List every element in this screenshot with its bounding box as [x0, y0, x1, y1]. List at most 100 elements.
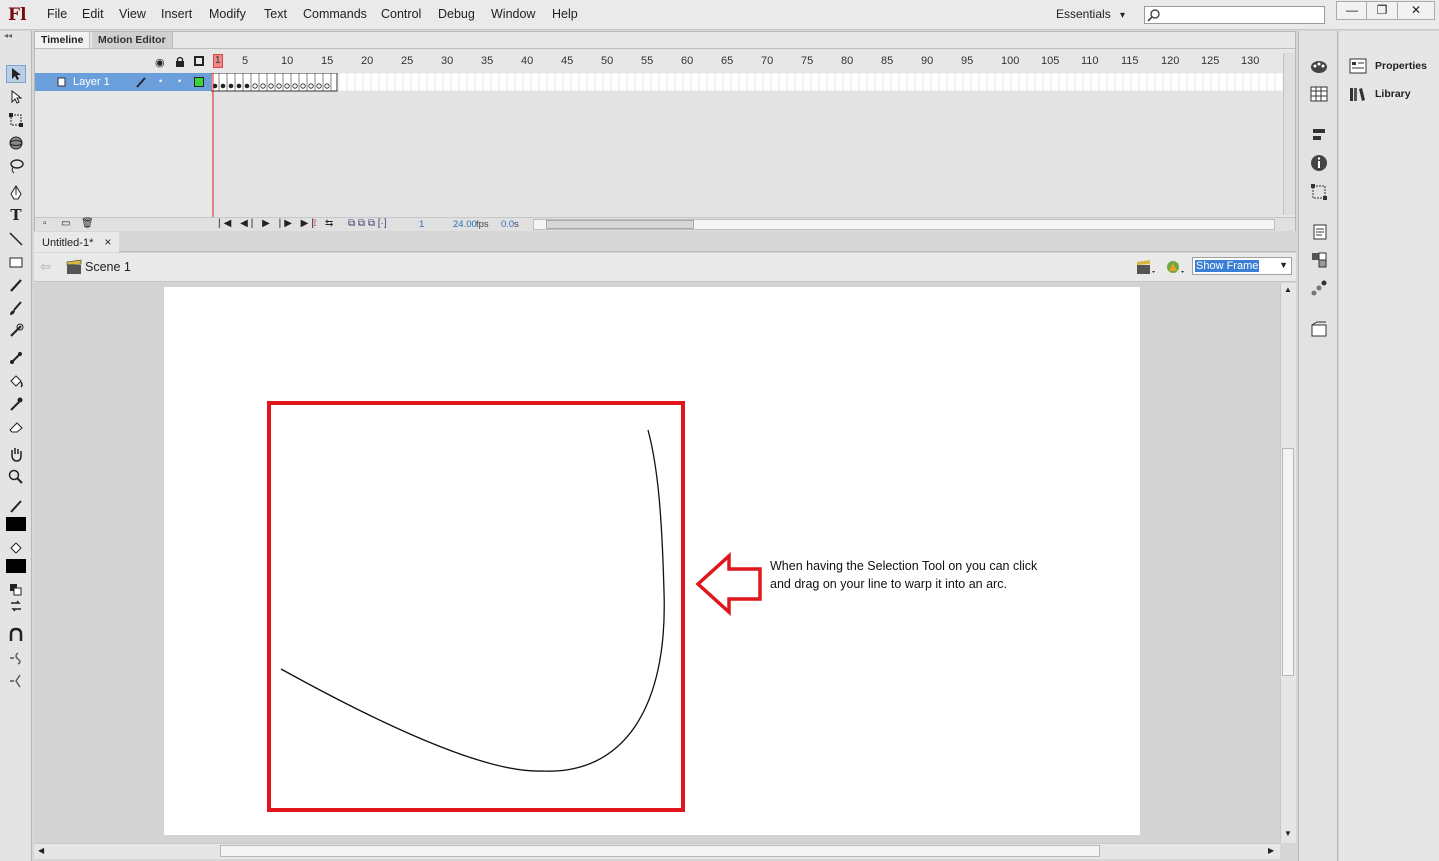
new-layer-icon[interactable]: ▫: [43, 218, 47, 229]
fill-color-control[interactable]: [6, 539, 26, 557]
magnifier-icon: [8, 469, 23, 484]
rectangle-tool[interactable]: [6, 253, 26, 271]
straighten-button[interactable]: [6, 672, 26, 690]
menu-file[interactable]: File: [47, 7, 67, 21]
eye-icon[interactable]: ◉: [155, 56, 165, 69]
fps-value[interactable]: 24.00: [453, 219, 477, 230]
info-icon[interactable]: [1310, 154, 1328, 172]
outline-icon[interactable]: [194, 56, 204, 66]
divider: [35, 48, 1295, 49]
eraser-tool[interactable]: [6, 418, 26, 436]
scroll-left-icon[interactable]: ◀: [38, 846, 44, 855]
ruler-label: 110: [1081, 55, 1099, 67]
transform-panel-icon[interactable]: [1310, 183, 1328, 201]
lasso-tool[interactable]: [6, 157, 26, 175]
paint-bucket-tool[interactable]: [6, 372, 26, 390]
scroll-up-icon[interactable]: ▲: [1284, 285, 1292, 294]
menu-view[interactable]: View: [119, 7, 146, 21]
zoom-tool[interactable]: [6, 468, 26, 486]
snap-to-objects-button[interactable]: [6, 626, 26, 644]
workspace-switcher[interactable]: Essentials ▾: [1056, 7, 1125, 21]
scene-name[interactable]: Scene 1: [85, 260, 131, 274]
menu-help[interactable]: Help: [552, 7, 578, 21]
library-panel-button[interactable]: Library: [1349, 86, 1411, 102]
lock-dot-icon[interactable]: •: [178, 76, 181, 86]
onion-skin-icons[interactable]: ⧉ ⧉ ⧉ [·]: [348, 218, 387, 229]
scroll-down-icon[interactable]: ▼: [1284, 829, 1292, 838]
menu-edit[interactable]: Edit: [82, 7, 104, 21]
trash-icon[interactable]: 🗑: [81, 218, 94, 229]
fill-color-swatch[interactable]: [6, 559, 26, 573]
close-tab-icon[interactable]: ×: [104, 235, 111, 249]
back-arrow-icon[interactable]: ⇦: [40, 259, 51, 275]
edit-scene-icon[interactable]: [1136, 259, 1156, 275]
frames-grid[interactable]: [210, 72, 1283, 221]
loop-icon[interactable]: ⇆: [325, 218, 333, 229]
align-icon[interactable]: [1311, 127, 1327, 143]
center-frame-icon[interactable]: ⟟: [313, 218, 317, 229]
components-icon[interactable]: [1310, 251, 1328, 269]
close-window-button[interactable]: ✕: [1397, 1, 1435, 20]
hscroll-thumb[interactable]: [220, 845, 1100, 857]
stage-hscroll[interactable]: ◀ ▶: [34, 843, 1280, 859]
eyedropper-tool[interactable]: [6, 395, 26, 413]
line-tool[interactable]: [6, 230, 26, 248]
outline-color-swatch[interactable]: [194, 77, 204, 87]
collapse-icon[interactable]: ◂◂: [0, 31, 32, 41]
tab-motion-editor[interactable]: Motion Editor: [92, 32, 173, 48]
restore-button[interactable]: ❐: [1366, 1, 1398, 20]
lock-icon[interactable]: [175, 56, 185, 67]
timeline-hscroll[interactable]: [533, 219, 1275, 230]
frame-ruler[interactable]: 1 5 10 15 20 25 30 35 40 45 50 55 60 65 …: [211, 53, 1281, 73]
menu-modify[interactable]: Modify: [209, 7, 246, 21]
tab-timeline[interactable]: Timeline: [35, 32, 91, 48]
menu-text[interactable]: Text: [264, 7, 287, 21]
hand-tool[interactable]: [6, 445, 26, 463]
swap-colors-button[interactable]: [6, 597, 26, 615]
properties-panel-button[interactable]: Properties: [1349, 58, 1427, 74]
new-folder-icon[interactable]: ▭: [61, 218, 70, 229]
menu-insert[interactable]: Insert: [161, 7, 192, 21]
pasteboard[interactable]: When having the Selection Tool on you ca…: [34, 283, 1280, 843]
stroke-color-control[interactable]: [6, 497, 26, 515]
edit-symbols-icon[interactable]: [1164, 258, 1186, 276]
swatches-grid-icon[interactable]: [1310, 86, 1328, 102]
layer-name[interactable]: Layer 1: [73, 76, 110, 88]
layer-row[interactable]: Layer 1 • •: [35, 73, 211, 91]
hscroll-thumb[interactable]: [546, 220, 694, 229]
menu-window[interactable]: Window: [491, 7, 535, 21]
visibility-dot-icon[interactable]: •: [159, 76, 162, 86]
project-icon[interactable]: [1310, 320, 1328, 338]
pen-tool[interactable]: [6, 184, 26, 202]
scroll-right-icon[interactable]: ▶: [1268, 846, 1274, 855]
playback-controls[interactable]: |◀ ◀| ▶ |▶ ▶|: [218, 218, 317, 229]
timeline-vscroll[interactable]: [1283, 53, 1295, 215]
stroke-color-swatch[interactable]: [6, 517, 26, 531]
menu-debug[interactable]: Debug: [438, 7, 475, 21]
stage-vscroll[interactable]: ▲ ▼: [1280, 283, 1296, 843]
text-tool[interactable]: T: [6, 206, 26, 224]
pencil-tool[interactable]: [6, 276, 26, 294]
search-input[interactable]: [1144, 6, 1325, 24]
deco-tool[interactable]: [6, 322, 26, 340]
code-snippets-icon[interactable]: [1310, 223, 1328, 241]
zoom-select[interactable]: Show Frame ▼: [1192, 257, 1292, 275]
playhead[interactable]: 1: [213, 54, 223, 68]
ruler-label: 50: [601, 55, 614, 67]
3d-rotation-tool[interactable]: [6, 134, 26, 152]
free-transform-tool[interactable]: [6, 111, 26, 129]
brush-tool[interactable]: [6, 299, 26, 317]
current-frame[interactable]: 1: [419, 219, 424, 230]
color-palette-icon[interactable]: [1309, 58, 1329, 76]
vscroll-thumb[interactable]: [1282, 448, 1294, 676]
minimize-button[interactable]: —: [1336, 1, 1368, 20]
document-tab[interactable]: Untitled-1* ×: [34, 232, 120, 252]
elapsed-time[interactable]: 0.0: [501, 219, 514, 230]
bone-tool[interactable]: [6, 349, 26, 367]
smooth-button[interactable]: [6, 649, 26, 667]
menu-control[interactable]: Control: [381, 7, 421, 21]
selection-tool[interactable]: [6, 65, 26, 83]
menu-commands[interactable]: Commands: [303, 7, 367, 21]
subselection-tool[interactable]: [6, 88, 26, 106]
motion-presets-icon[interactable]: [1310, 279, 1328, 297]
